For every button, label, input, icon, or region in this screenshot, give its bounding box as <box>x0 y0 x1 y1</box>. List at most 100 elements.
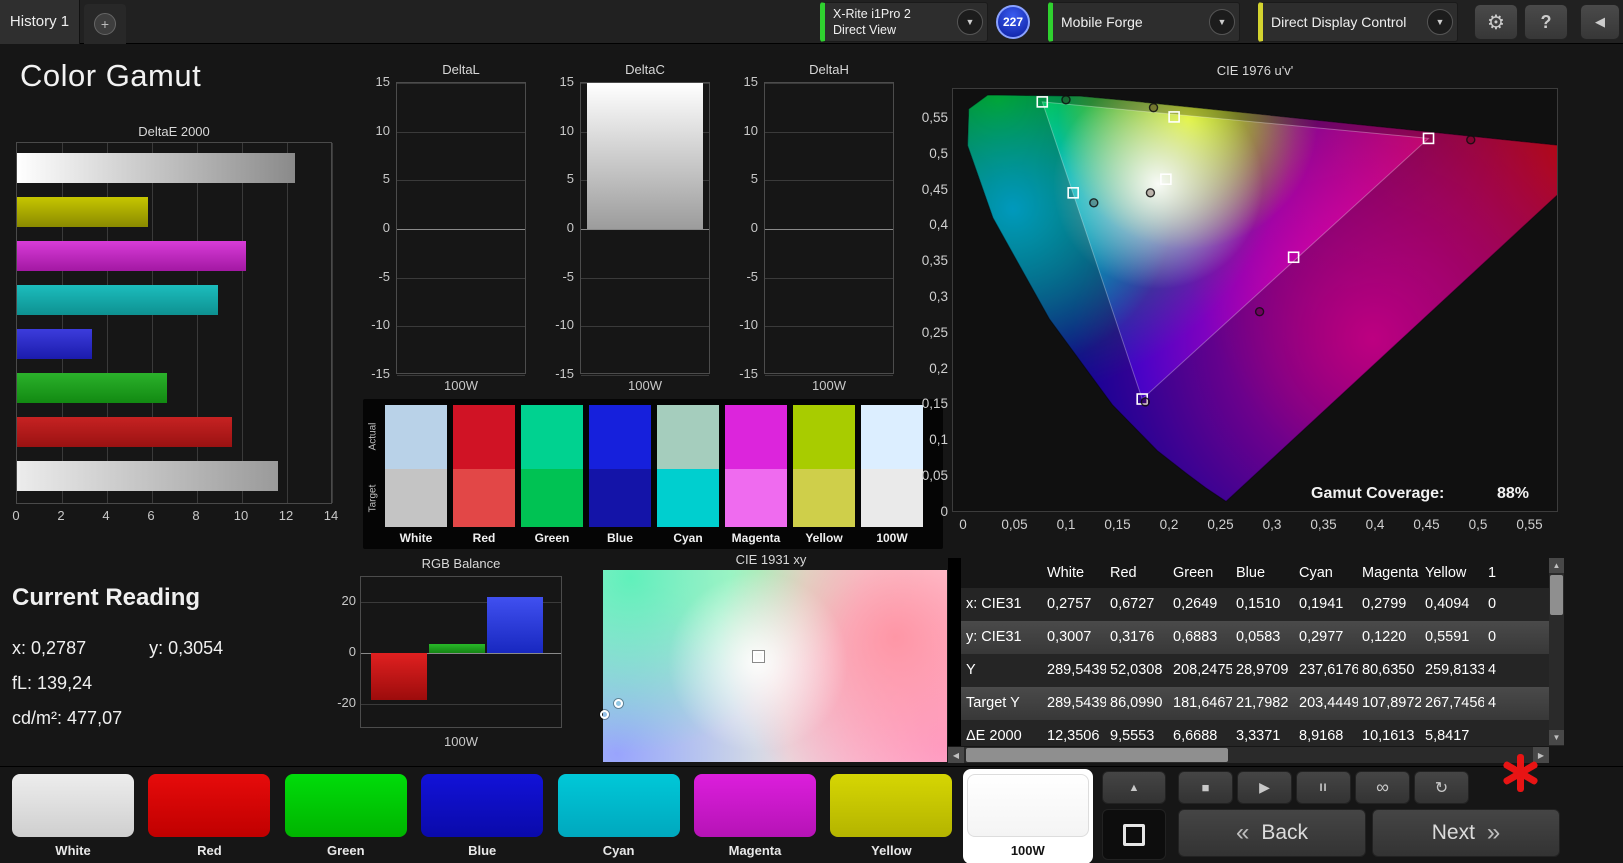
deltae-2000-chart: DeltaE 2000 0 2 4 6 8 10 12 14 <box>12 124 350 540</box>
display-control-dropdown[interactable]: Direct Display Control ▼ <box>1258 2 1458 42</box>
scroll-thumb[interactable] <box>1550 575 1563 615</box>
rgb-balance-chart: RGB Balance 100W 20 0 -20 <box>330 556 588 756</box>
gridline <box>765 375 893 376</box>
table-cell: 0,6883 <box>1173 629 1218 645</box>
gridline <box>581 375 709 376</box>
rgb-bar-green <box>429 644 485 653</box>
delta-y-tick-label: 10 <box>743 122 758 138</box>
measurement-marker <box>1089 198 1099 208</box>
scroll-track[interactable] <box>964 747 1533 763</box>
pause-button[interactable]: II <box>1296 771 1351 804</box>
window-icon <box>1123 823 1145 846</box>
back-button[interactable]: « Back <box>1178 809 1366 857</box>
scroll-down-button[interactable]: ▼ <box>1549 730 1564 745</box>
pause-icon: II <box>1319 781 1328 794</box>
source-dropdown[interactable]: Mobile Forge ▼ <box>1048 2 1240 42</box>
delta-y-tick-label: 15 <box>743 74 758 89</box>
swatch-label: Green <box>534 531 570 545</box>
target-swatch <box>861 469 923 527</box>
scroll-up-button[interactable]: ▲ <box>1549 558 1564 573</box>
scroll-thumb[interactable] <box>966 748 1228 762</box>
delta-y-tick-label: -5 <box>378 268 390 284</box>
table-cell: 181,6467 <box>1173 695 1232 711</box>
refresh-button[interactable]: ↻ <box>1414 771 1469 804</box>
plus-icon: + <box>94 13 116 35</box>
row-label: Y <box>966 662 976 678</box>
deltae-x-tick-label: 0 <box>12 508 20 523</box>
x-value: 0,2787 <box>31 638 87 658</box>
test-patch-blue[interactable]: Blue <box>417 769 547 863</box>
test-patch-100w[interactable]: 100W <box>962 769 1093 863</box>
target-swatch <box>453 469 515 527</box>
display-control-label: Direct Display Control <box>1271 14 1407 30</box>
gridline <box>581 229 709 230</box>
history-tab[interactable]: History 1 <box>0 0 80 44</box>
meter-dropdown-label: X-Rite i1Pro 2 Direct View <box>833 6 911 39</box>
patch-color <box>966 774 1089 837</box>
patch-label: Green <box>327 843 365 858</box>
delta-y-tick-label: -10 <box>371 317 390 333</box>
table-horizontal-scrollbar[interactable]: ◀ ▶ <box>948 747 1549 763</box>
scroll-track[interactable] <box>1549 573 1564 730</box>
target-swatch <box>385 469 447 527</box>
delta-y-tick-label: -5 <box>746 268 758 284</box>
test-patch-yellow[interactable]: Yellow <box>826 769 956 863</box>
delta-y-tick-label: 5 <box>566 171 574 187</box>
scroll-left-button[interactable]: ◀ <box>948 747 964 763</box>
test-patch-magenta[interactable]: Magenta <box>690 769 820 863</box>
delta-y-tick-label: 5 <box>382 171 390 187</box>
row-gutter <box>948 720 961 746</box>
table-cell: 289,5439 <box>1047 695 1106 711</box>
delta-plot-area <box>580 82 710 376</box>
gridline <box>765 326 893 328</box>
deltae-x-tick-label: 12 <box>278 508 294 523</box>
table-row: y: CIE31 0,3007 0,3176 0,6883 0,0583 0,2977 0,… <box>948 621 1564 654</box>
table-cell: 0,5591 <box>1425 629 1470 645</box>
measurement-marker <box>1140 397 1150 407</box>
pattern-window-button[interactable] <box>1102 809 1166 860</box>
patch-label: Magenta <box>728 843 782 858</box>
play-button[interactable]: ▶ <box>1237 771 1292 804</box>
chevron-down-icon[interactable]: ▼ <box>1209 9 1235 35</box>
gridline <box>397 277 525 279</box>
cie-x-axis: 0 0,05 0,1 0,15 0,2 0,25 0,3 0,35 0,4 0,45 0,5 0,55 <box>915 517 1621 535</box>
pattern-up-button[interactable]: ▲ <box>1102 771 1166 804</box>
row-gutter <box>948 588 961 621</box>
patch-color <box>284 774 407 837</box>
rgb-y-tick-label: 0 <box>348 644 356 659</box>
chevron-down-icon[interactable]: ▼ <box>957 9 983 35</box>
table-vertical-scrollbar[interactable]: ▲ ▼ <box>1549 558 1564 745</box>
next-button[interactable]: Next » <box>1372 809 1560 857</box>
delta-y-tick-label: -15 <box>739 366 758 381</box>
test-patch-red[interactable]: Red <box>144 769 274 863</box>
settings-button[interactable]: ⚙ <box>1474 4 1518 40</box>
table-cell: 259,8133 <box>1425 662 1484 678</box>
swatch-column-blue: Blue <box>589 405 651 545</box>
table-cell: 0,2649 <box>1173 596 1218 612</box>
help-button[interactable]: ? <box>1524 4 1568 40</box>
target-row-label: Target <box>367 484 379 513</box>
test-patch-white[interactable]: White <box>8 769 138 863</box>
collapse-panel-button[interactable]: ◀ <box>1580 4 1620 40</box>
gridline <box>765 131 893 133</box>
stop-button[interactable]: ■ <box>1178 771 1233 804</box>
delta-y-tick-label: 15 <box>375 74 390 89</box>
cie-y-tick-label: 0,05 <box>921 468 948 484</box>
meter-dropdown[interactable]: X-Rite i1Pro 2 Direct View ▼ <box>820 2 988 42</box>
gridline <box>397 375 525 376</box>
test-patch-green[interactable]: Green <box>281 769 411 863</box>
continuous-measure-button[interactable]: ∞ <box>1355 771 1410 804</box>
table-cell: 0,4094 <box>1425 596 1470 612</box>
chevron-down-icon[interactable]: ▼ <box>1427 9 1453 35</box>
test-patch-cyan[interactable]: Cyan <box>554 769 684 863</box>
delta-y-tick-label: 10 <box>559 122 574 138</box>
deltah-chart: DeltaH 15 10 5 0 -5 -10 -15 100W <box>724 62 896 396</box>
add-tab-button[interactable]: + <box>84 4 126 44</box>
reading-cd-row: cd/m²: 477,07 <box>12 708 332 729</box>
table-row: Target Y 289,5439 86,0990 181,6467 21,7982 20… <box>948 687 1564 720</box>
cie-y-axis: 0,55 0,5 0,45 0,4 0,35 0,3 0,25 0,2 0,15 0,1 0,05 0 <box>915 55 949 555</box>
infinity-icon: ∞ <box>1376 777 1389 797</box>
rgb-balance-plot-area <box>360 576 562 728</box>
actual-swatch <box>453 405 515 469</box>
measurement-marker <box>1254 306 1265 317</box>
